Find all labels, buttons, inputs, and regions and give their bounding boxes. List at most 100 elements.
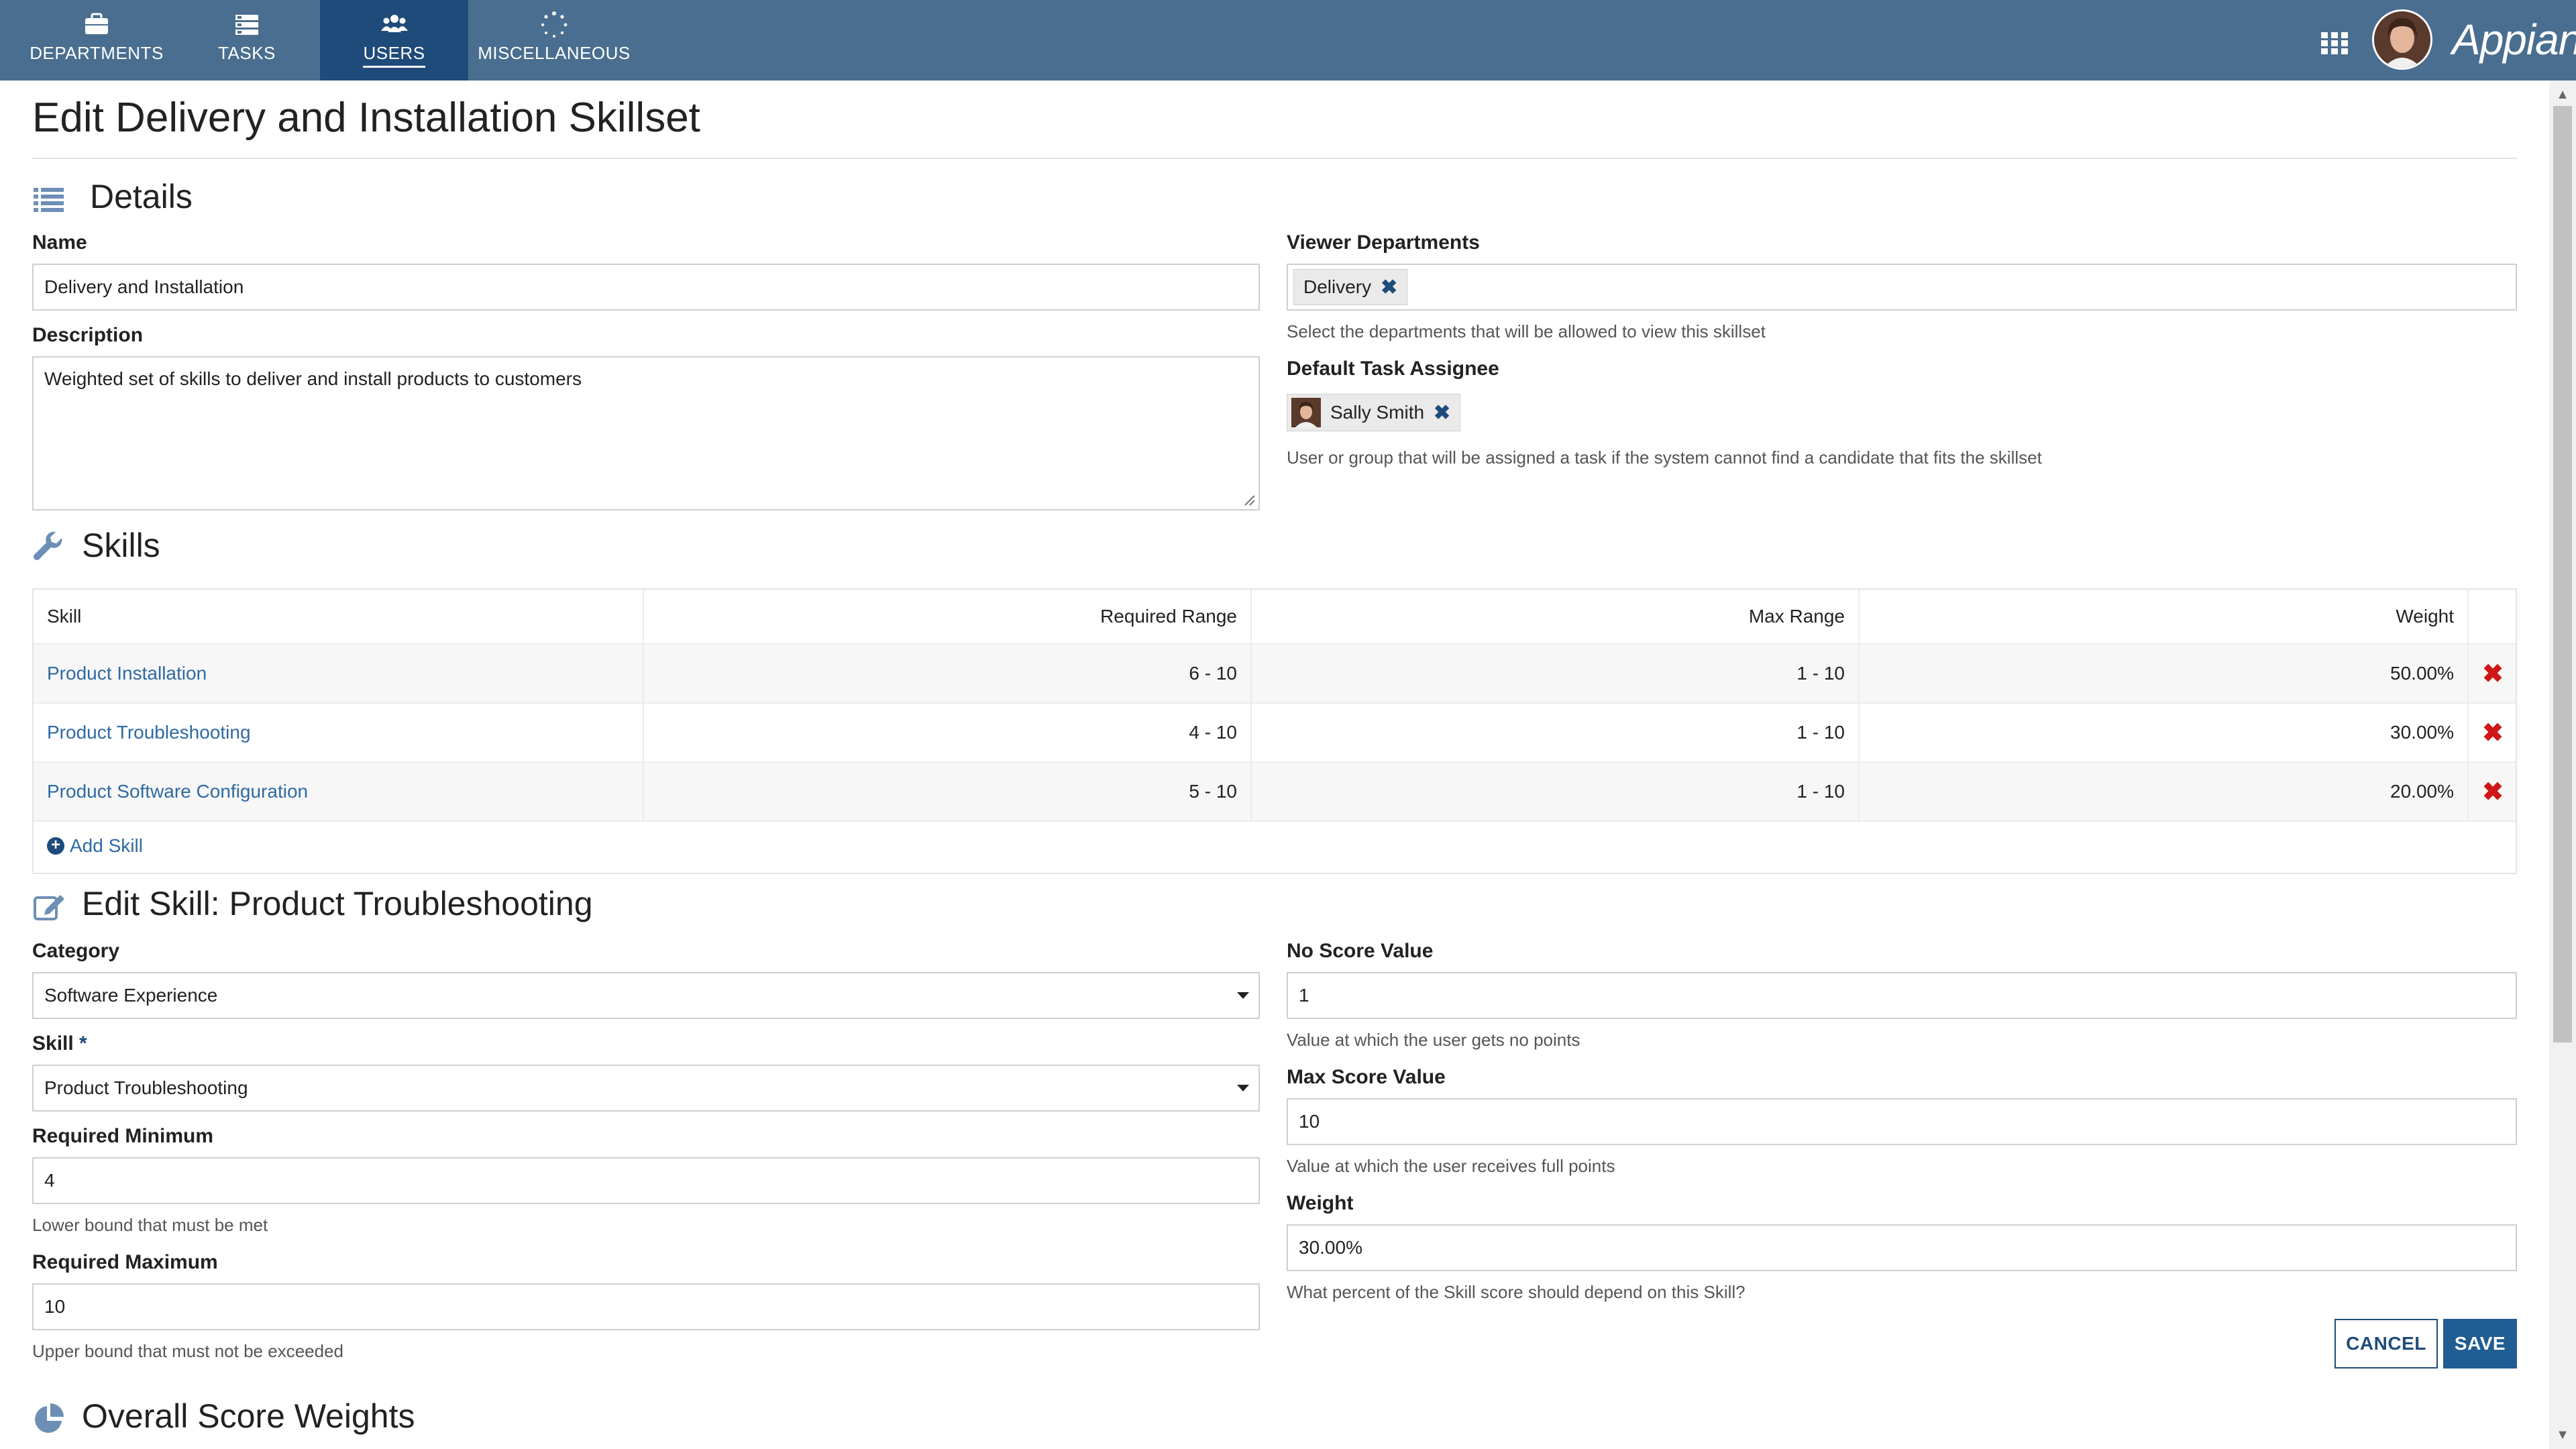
title-divider [32,158,2517,159]
save-button[interactable]: SAVE [2443,1319,2517,1368]
skill-link[interactable]: Product Troubleshooting [34,704,643,761]
page-title: Edit Delivery and Installation Skillset [32,95,700,141]
weight-cell: 50.00% [1858,645,2467,702]
details-heading: Details [90,178,193,215]
skill-link[interactable]: Product Software Configuration [34,763,643,820]
default-assignee-label: Default Task Assignee [1287,358,1499,380]
category-label: Category [32,940,120,962]
required-marker: * [79,1032,87,1055]
max-range-cell: 1 - 10 [1250,704,1858,761]
required-minimum-value: 4 [44,1170,55,1191]
max-score-value-hint: Value at which the user receives full po… [1287,1156,1615,1176]
tab-users[interactable]: USERS [320,0,468,80]
skill-select-value: Product Troubleshooting [44,1077,248,1098]
user-portrait-icon [2374,11,2430,68]
loading-dots-icon [541,11,568,38]
table-row: Product Troubleshooting 4 - 10 1 - 10 30… [34,704,2516,763]
cancel-button[interactable]: CANCEL [2334,1319,2438,1368]
scroll-up-arrow-icon[interactable]: ▲ [2553,87,2572,102]
tab-tasks[interactable]: TASKS [196,0,298,80]
required-range-cell: 5 - 10 [643,763,1250,820]
tasks-icon [235,15,258,35]
assignee-chip: Sally Smith ✖ [1287,394,1461,431]
weight-input[interactable]: 30.00% [1287,1224,2517,1271]
max-score-value-input[interactable]: 10 [1287,1098,2517,1145]
tab-label: MISCELLANEOUS [478,43,631,63]
name-label: Name [32,231,87,254]
tab-departments[interactable]: DEPARTMENTS [19,0,174,80]
column-header-actions [2467,590,2517,643]
required-maximum-label: Required Maximum [32,1251,218,1273]
scroll-down-arrow-icon[interactable]: ▼ [2553,1428,2572,1442]
viewer-departments-picker[interactable]: Delivery ✖ [1287,264,2517,311]
chevron-down-icon [1237,992,1249,999]
edit-icon [34,895,64,920]
category-select[interactable]: Software Experience [32,972,1260,1019]
default-assignee-hint: User or group that will be assigned a ta… [1287,447,2042,468]
table-row: Product Installation 6 - 10 1 - 10 50.00… [34,645,2516,704]
remove-chip-icon[interactable]: ✖ [1434,401,1450,425]
required-maximum-input[interactable]: 10 [32,1283,1260,1330]
tab-label: TASKS [218,43,276,63]
no-score-value: 1 [1299,985,1309,1006]
delete-row-icon[interactable]: ✖ [2467,704,2517,761]
max-range-cell: 1 - 10 [1250,763,1858,820]
table-header-row: Skill Required Range Max Range Weight [34,590,2516,645]
required-minimum-input[interactable]: 4 [32,1157,1260,1204]
assignee-avatar [1291,398,1321,427]
viewer-departments-hint: Select the departments that will be allo… [1287,321,1766,341]
skills-table: Skill Required Range Max Range Weight Pr… [32,588,2517,874]
max-range-cell: 1 - 10 [1250,645,1858,702]
assignee-chip-label: Sally Smith [1330,402,1425,423]
required-maximum-value: 10 [44,1296,66,1317]
description-label: Description [32,324,144,346]
weight-cell: 30.00% [1858,704,2467,761]
resize-grip-icon[interactable] [1242,493,1256,506]
viewer-departments-label: Viewer Departments [1287,231,1480,254]
no-score-value-input[interactable]: 1 [1287,972,2517,1019]
user-avatar[interactable] [2372,9,2432,70]
department-chip: Delivery ✖ [1293,269,1408,305]
appian-logo[interactable]: Appian [2452,15,2576,64]
scrollbar-thumb[interactable] [2553,106,2572,1042]
wrench-icon [33,531,62,560]
required-range-cell: 4 - 10 [643,704,1250,761]
category-select-value: Software Experience [44,985,218,1006]
delete-row-icon[interactable]: ✖ [2467,763,2517,820]
tab-miscellaneous[interactable]: MISCELLANEOUS [475,0,633,80]
edit-skill-heading: Edit Skill: Product Troubleshooting [82,885,593,922]
table-row: Product Software Configuration 5 - 10 1 … [34,763,2516,822]
max-score-value: 10 [1299,1111,1320,1132]
weight-label: Weight [1287,1192,1354,1214]
chevron-down-icon [1237,1085,1249,1091]
column-header-weight: Weight [1858,590,2467,643]
remove-chip-icon[interactable]: ✖ [1381,276,1397,299]
skills-heading: Skills [82,527,160,564]
skill-label: Skill * [32,1032,87,1055]
no-score-value-label: No Score Value [1287,940,1434,962]
name-input[interactable]: Delivery and Installation [32,264,1260,311]
column-header-skill: Skill [47,606,82,627]
skill-select[interactable]: Product Troubleshooting [32,1065,1260,1112]
skill-link[interactable]: Product Installation [34,645,643,702]
required-range-cell: 6 - 10 [643,645,1250,702]
add-skill-link[interactable]: + Add Skill [47,835,143,857]
tab-label: USERS [363,43,425,68]
department-chip-label: Delivery [1303,276,1372,297]
users-icon [380,15,408,32]
column-header-max-range: Max Range [1250,590,1858,643]
app-grid-icon[interactable] [2318,27,2351,59]
weight-hint: What percent of the Skill score should d… [1287,1282,1746,1302]
pie-chart-icon [35,1403,64,1433]
description-value: Weighted set of skills to deliver and in… [44,368,582,389]
add-skill-label: Add Skill [70,835,143,856]
skill-label-text: Skill [32,1032,74,1055]
overall-score-weights-heading: Overall Score Weights [82,1397,415,1435]
description-textarea[interactable]: Weighted set of skills to deliver and in… [32,356,1260,511]
briefcase-icon [85,13,108,34]
no-score-value-hint: Value at which the user gets no points [1287,1030,1580,1050]
weight-cell: 20.00% [1858,763,2467,820]
weight-value: 30.00% [1299,1237,1362,1258]
add-skill-row: + Add Skill [34,822,2516,873]
delete-row-icon[interactable]: ✖ [2467,645,2517,702]
